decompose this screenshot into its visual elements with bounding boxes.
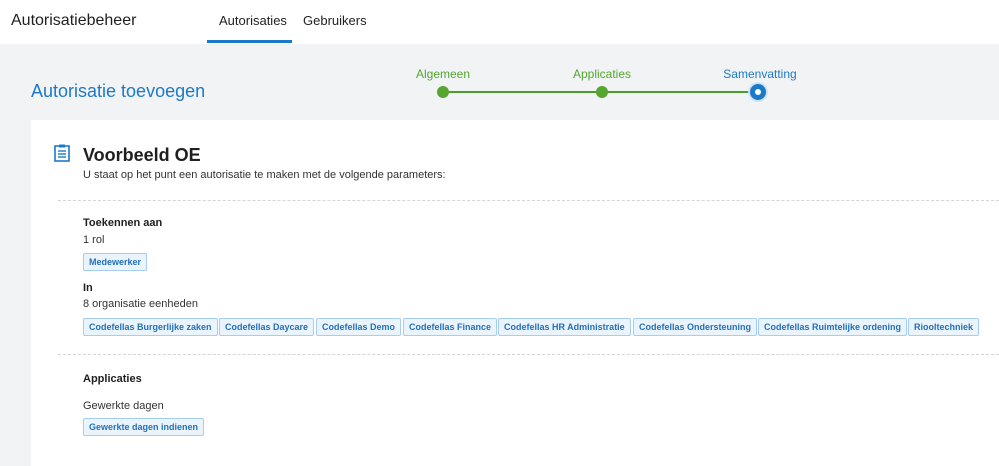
section-divider — [58, 200, 999, 201]
unit-chip: Codefellas Daycare — [219, 318, 315, 336]
summary-subtitle: U staat op het punt een autorisatie te m… — [83, 169, 446, 181]
unit-chip: Codefellas Ruimtelijke ordening — [758, 318, 908, 336]
step-dot-applicaties[interactable] — [596, 86, 608, 98]
step-dot-samenvatting — [750, 84, 766, 100]
section-divider — [58, 354, 999, 355]
step-connector-2 — [602, 91, 758, 93]
wizard-stepper: Algemeen Applicaties Samenvatting — [0, 0, 999, 120]
summary-title: Voorbeeld OE — [83, 145, 201, 165]
clipboard-icon — [54, 144, 70, 162]
unit-chip: Codefellas Demo — [316, 318, 402, 336]
assign-heading: Toekennen aan — [83, 217, 163, 229]
assign-count: 1 rol — [83, 234, 105, 246]
in-heading: In — [83, 282, 93, 294]
step-dot-algemeen[interactable] — [437, 86, 449, 98]
unit-chip: Codefellas HR Administratie — [498, 318, 631, 336]
summary-card: Voorbeeld OE U staat op het punt een aut… — [31, 120, 999, 466]
applications-heading: Applicaties — [83, 373, 142, 385]
in-count: 8 organisatie eenheden — [83, 298, 198, 310]
role-chip: Medewerker — [83, 253, 148, 271]
unit-chip: Codefellas Ondersteuning — [633, 318, 758, 336]
permission-chip: Gewerkte dagen indienen — [83, 418, 205, 436]
step-connector-1 — [443, 91, 602, 93]
application-name: Gewerkte dagen — [83, 400, 164, 412]
unit-chip: Codefellas Burgerlijke zaken — [83, 318, 218, 336]
step-label-samenvatting: Samenvatting — [723, 67, 797, 81]
step-label-algemeen[interactable]: Algemeen — [416, 67, 470, 81]
unit-chip: Codefellas Finance — [403, 318, 498, 336]
step-label-applicaties[interactable]: Applicaties — [573, 67, 631, 81]
unit-chip: Riooltechniek — [908, 318, 980, 336]
